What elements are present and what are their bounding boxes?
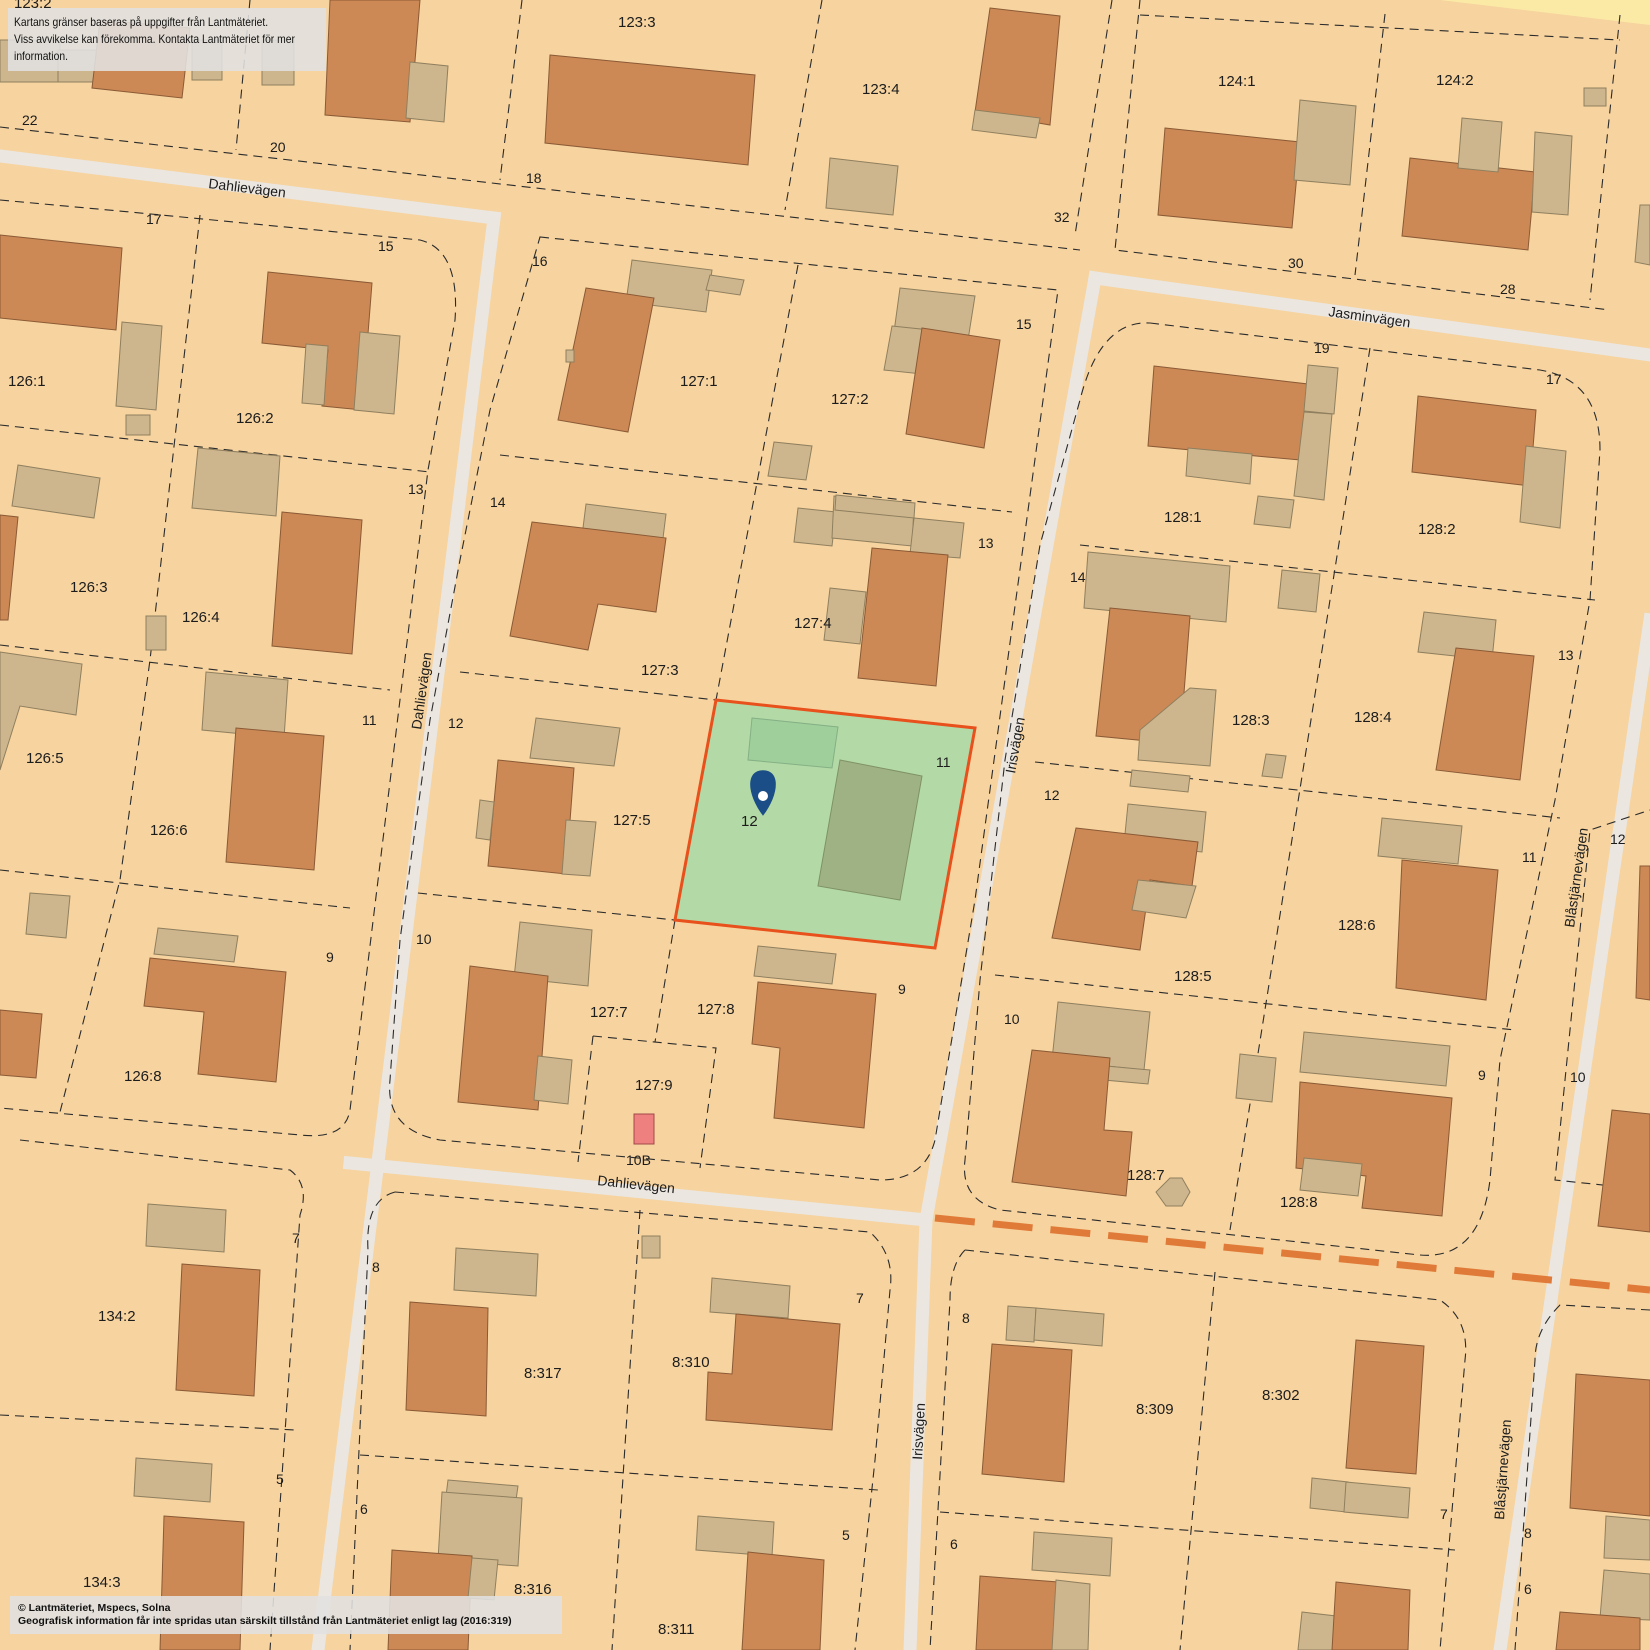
parcel-label: 126:3 — [70, 579, 108, 596]
parcel-label: 8:311 — [658, 1621, 694, 1638]
parcel-label: 8:302 — [1262, 1387, 1300, 1404]
parcel-label: 127:5 — [613, 812, 651, 829]
map-disclaimer: Kartans gränser baseras på uppgifter frå… — [8, 8, 327, 71]
parcel-label: 127:4 — [794, 615, 832, 632]
copyright-line-1: © Lantmäteriet, Mspecs, Solna — [18, 1602, 171, 1614]
address-number: 6 — [360, 1501, 368, 1517]
parcel-label: 8:309 — [1136, 1401, 1174, 1418]
address-number: 11 — [362, 712, 377, 728]
parcel-label: 127:3 — [641, 662, 679, 679]
street-label-irisvagen-bottom: Irisvägen — [909, 1403, 928, 1461]
parcel-label: 134:3 — [83, 1574, 121, 1591]
address-number: 5 — [276, 1471, 284, 1487]
address-number: 10 — [1570, 1069, 1586, 1085]
parcel-label: 128:3 — [1232, 712, 1270, 729]
parcel-label: 128:5 — [1174, 968, 1212, 985]
parcel-label: 8:317 — [524, 1365, 562, 1382]
address-number: 19 — [1314, 340, 1330, 356]
address-number: 9 — [1478, 1067, 1486, 1083]
address-number: 15 — [378, 238, 394, 254]
parcel-label: 126:4 — [182, 609, 220, 626]
address-number: 28 — [1500, 281, 1516, 297]
parcel-label: 128:7 — [1127, 1167, 1165, 1184]
address-number: 13 — [1558, 647, 1574, 663]
address-number: 10B — [626, 1152, 651, 1168]
address-number: 30 — [1288, 255, 1304, 271]
address-number: 14 — [490, 494, 506, 510]
parcel-label: 134:2 — [98, 1308, 136, 1325]
parcel-label: 12 — [741, 813, 758, 830]
parcel-label: 127:9 — [635, 1077, 673, 1094]
address-number: 7 — [1440, 1506, 1448, 1522]
property-map[interactable]: Dahlievägen Dahlievägen Dahlievägen Jasm… — [0, 0, 1650, 1650]
address-number: 8 — [372, 1259, 380, 1275]
address-number: 15 — [1016, 316, 1032, 332]
parcel-label: 128:2 — [1418, 521, 1456, 538]
address-number: 10 — [416, 931, 432, 947]
address-number: 12 — [1610, 831, 1626, 847]
address-number: 14 — [1070, 569, 1086, 585]
parcel-label: 127:8 — [697, 1001, 735, 1018]
address-number: 8 — [962, 1310, 970, 1326]
parcel-label: 126:5 — [26, 750, 64, 767]
address-number: 7 — [292, 1230, 300, 1246]
address-number: 8 — [1524, 1525, 1532, 1541]
address-number: 6 — [1524, 1581, 1532, 1597]
parcel-label: 128:4 — [1354, 709, 1392, 726]
address-number: 10 — [1004, 1011, 1020, 1027]
parcel-label: 126:2 — [236, 410, 274, 427]
address-number: 11 — [1522, 849, 1537, 865]
parcel-label: 123:3 — [618, 14, 656, 31]
parcel-label: 128:8 — [1280, 1194, 1318, 1211]
parcel-label: 126:1 — [8, 373, 46, 390]
parcel-label: 123:4 — [862, 81, 900, 98]
map-copyright: © Lantmäteriet, Mspecs, Solna Geografisk… — [10, 1596, 562, 1634]
parcel-label: 8:310 — [672, 1354, 710, 1371]
address-number: 11 — [936, 754, 951, 770]
address-number: 6 — [950, 1536, 958, 1552]
address-number: 5 — [842, 1527, 850, 1543]
address-number: 18 — [526, 170, 542, 186]
parcel-label: 127:1 — [680, 373, 718, 390]
address-number: 13 — [978, 535, 994, 551]
disclaimer-line-2: Viss avvikelse kan förekomma. Kontakta L… — [14, 32, 295, 63]
parcel-label: 127:7 — [590, 1004, 628, 1021]
address-number: 17 — [1546, 371, 1562, 387]
parcel-label: 124:2 — [1436, 72, 1474, 89]
parcel-label: 126:6 — [150, 822, 188, 839]
parcel-label: 124:1 — [1218, 73, 1256, 90]
address-number: 16 — [532, 253, 548, 269]
copyright-line-2: Geografisk information får inte spridas … — [18, 1615, 512, 1627]
address-number: 13 — [408, 481, 424, 497]
disclaimer-line-1: Kartans gränser baseras på uppgifter frå… — [14, 15, 269, 29]
parcel-label: 126:8 — [124, 1068, 162, 1085]
parcel-label: 127:2 — [831, 391, 869, 408]
address-number: 20 — [270, 139, 286, 155]
address-number: 9 — [898, 981, 906, 997]
address-number: 32 — [1054, 209, 1070, 225]
address-number: 12 — [448, 715, 464, 731]
parcel-label: 128:6 — [1338, 917, 1376, 934]
address-number: 12 — [1044, 787, 1060, 803]
address-number: 22 — [22, 112, 38, 128]
address-number: 17 — [146, 211, 162, 227]
parcel-label: 128:1 — [1164, 509, 1202, 526]
address-number: 9 — [326, 949, 334, 965]
address-number: 7 — [856, 1290, 864, 1306]
